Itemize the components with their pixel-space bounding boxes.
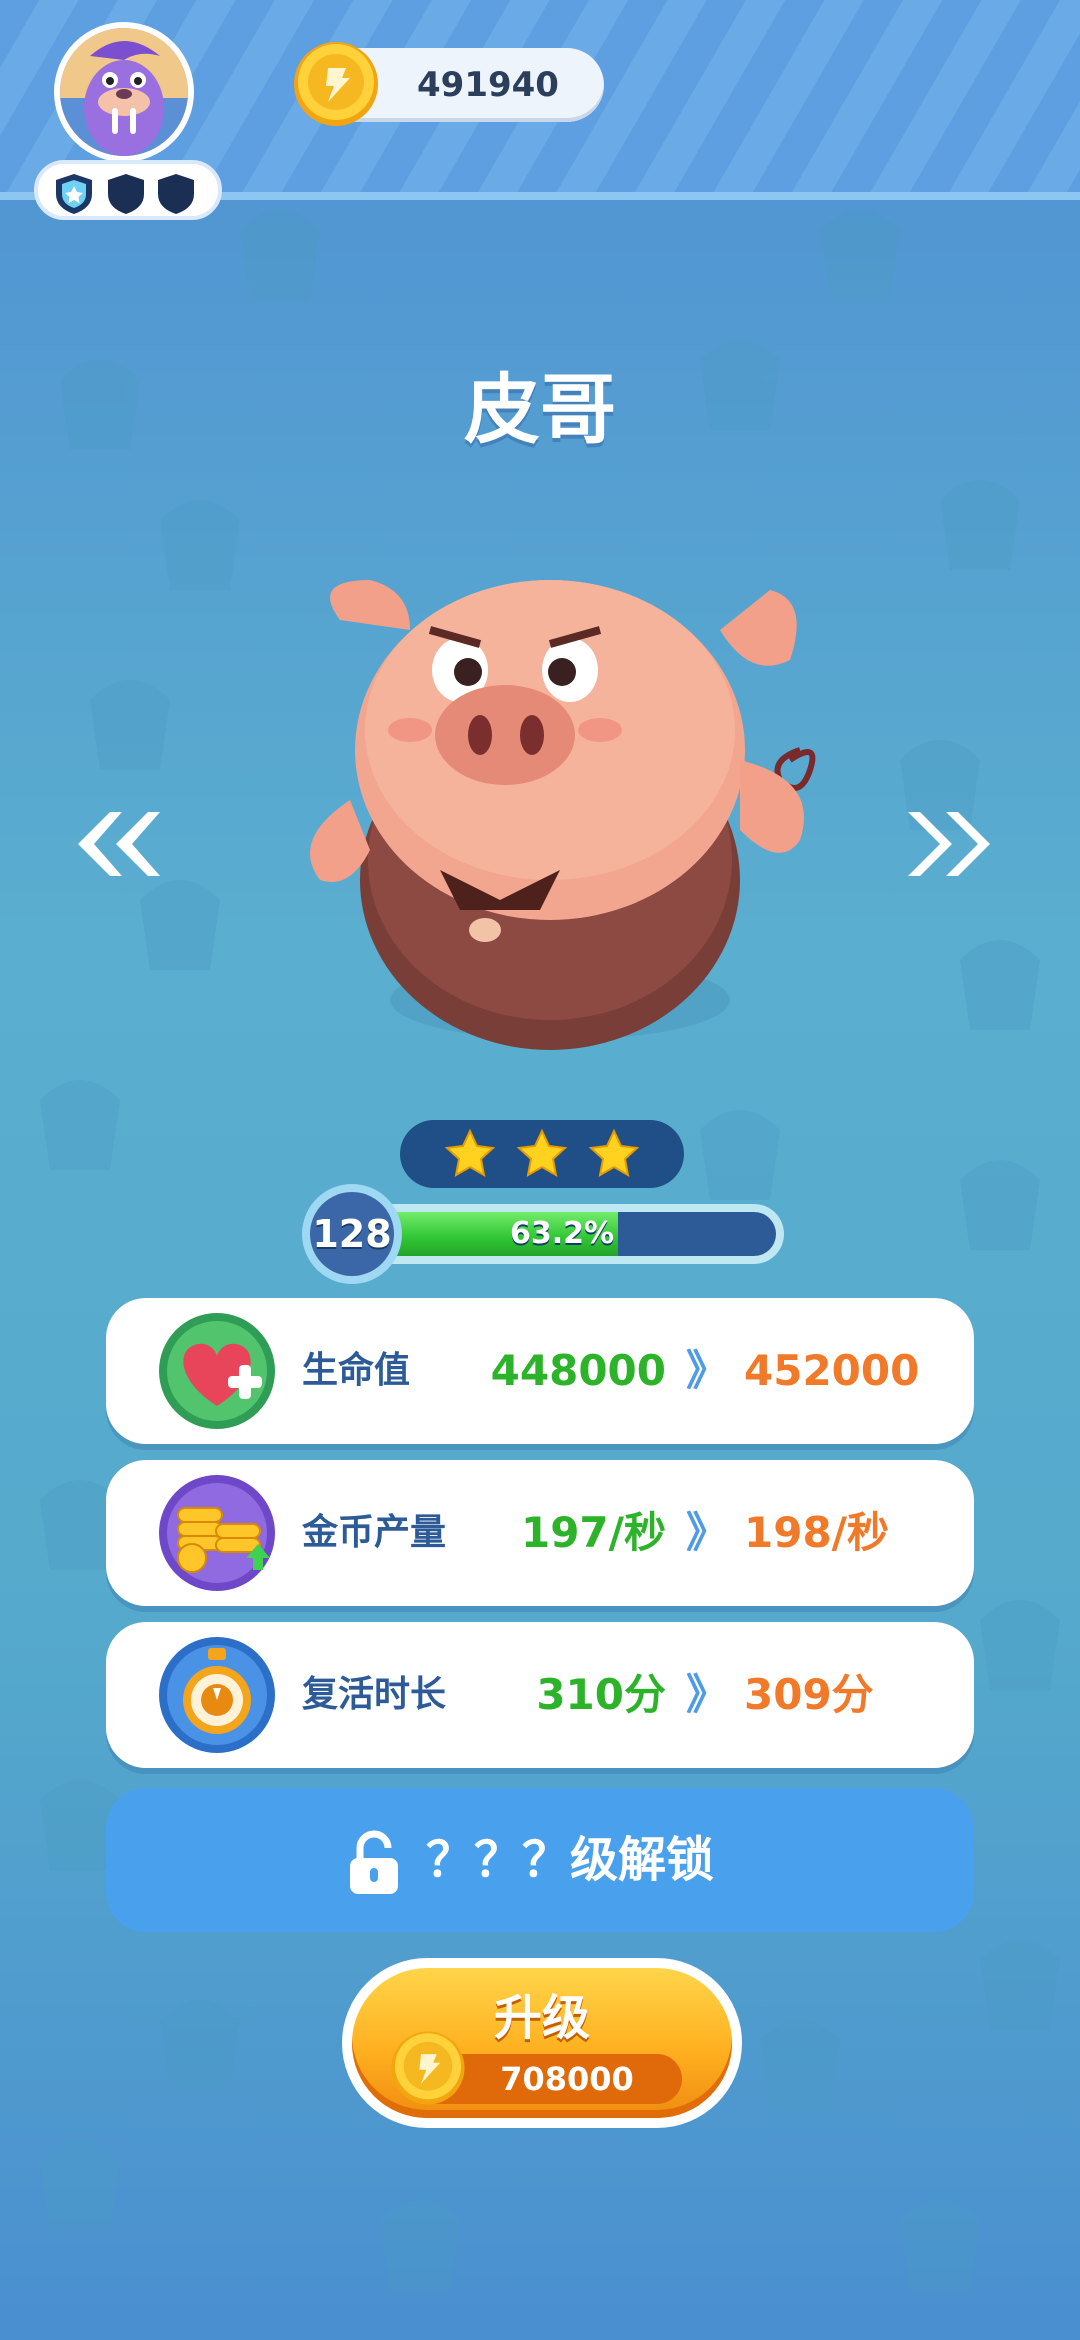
stat-current-value: 448000 [490,1346,666,1395]
unlock-requirement-text: ？？？级解锁 [425,1832,714,1888]
double-chevron-left-icon [78,812,160,876]
level-number: 128 [310,1192,394,1276]
coin-balance-value: 491940 [417,65,559,105]
star-icon [516,1128,568,1177]
stat-upgrade-arrow: 》 [686,1670,729,1719]
gold-coin-icon [294,42,378,126]
stat-next-value: 452000 [744,1346,920,1395]
upgrade-button[interactable]: 升级 708000 [342,1958,742,2128]
avatar-walrus-image [54,22,194,162]
player-avatar[interactable] [46,22,206,182]
stat-card-health: 生命值 448000 》 452000 [106,1298,974,1444]
stat-card-revive-time: 复活时长 310分 》 309分 [106,1622,974,1768]
rank-badges [34,160,222,220]
heart-plus-icon [159,1313,275,1429]
level-badge: 128 [302,1184,402,1284]
stat-next-value: 198/秒 [744,1508,890,1557]
shield-badge-locked-icon [158,174,194,214]
double-chevron-right-icon [908,812,990,876]
level-progress-text: 63.2% [509,1216,615,1251]
upgrade-cost-value: 708000 [500,2060,634,2098]
gold-coin-icon [391,2031,465,2105]
shield-badge-active-icon [56,174,92,214]
stat-card-coin-output: 金币产量 197/秒 》 198/秒 [106,1460,974,1606]
coin-stack-icon [159,1475,275,1591]
stat-upgrade-arrow: 》 [686,1346,729,1395]
previous-character-button[interactable] [64,794,164,894]
stat-label: 复活时长 [302,1674,447,1715]
pig-character-image [310,580,816,1050]
star-icon [444,1128,496,1177]
stat-upgrade-arrow: 》 [686,1508,729,1557]
stat-label: 金币产量 [302,1512,447,1553]
stat-current-value: 310分 [536,1670,666,1719]
stat-next-value: 309分 [744,1670,874,1719]
level-progress-bar: 63.2% [340,1204,784,1264]
stat-label: 生命值 [302,1350,411,1391]
stat-current-value: 197/秒 [520,1508,666,1557]
locked-skill-bar: ？？？级解锁 [106,1788,974,1932]
star-icon [588,1128,640,1177]
character-name: 皮哥 [464,365,616,454]
shield-badge-locked-icon [108,174,144,214]
next-character-button[interactable] [904,794,1004,894]
stopwatch-icon [159,1637,275,1753]
star-rating [400,1120,684,1188]
